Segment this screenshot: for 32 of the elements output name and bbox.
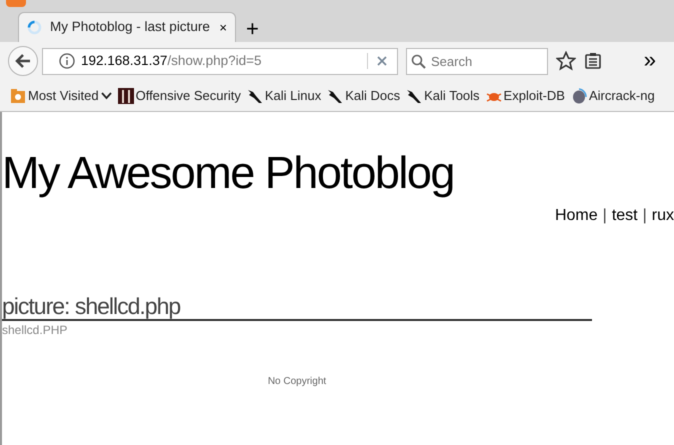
star-icon[interactable]	[556, 51, 576, 71]
dark-logo-icon	[118, 88, 134, 104]
info-icon	[59, 53, 75, 69]
overflow-button[interactable]: »	[634, 49, 666, 73]
back-arrow-icon	[15, 54, 31, 68]
bookmark-item[interactable]: Offensive Security	[118, 86, 241, 106]
browser-tab[interactable]: My Photoblog - last picture ×	[18, 12, 236, 42]
page-title: My Awesome Photoblog	[2, 146, 455, 198]
picture-caption: shellcd.PHP	[2, 322, 68, 339]
close-tab-button[interactable]: ×	[219, 18, 227, 38]
bookmark-item[interactable]: Kali Tools	[406, 86, 480, 106]
back-button[interactable]	[8, 46, 38, 76]
new-tab-button[interactable]: +	[236, 18, 269, 42]
nav-link[interactable]: test	[612, 204, 638, 228]
bookmark-item[interactable]: Exploit-DB	[486, 86, 565, 106]
nav-link[interactable]: rux	[652, 204, 674, 228]
footer-text: No Copyright	[266, 374, 328, 389]
search-field[interactable]: Search	[406, 48, 548, 74]
bookmark-item[interactable]: Most Visited	[10, 86, 112, 106]
url-text: 192.168.31.37/show.php?id=5	[81, 52, 262, 70]
nav-separator: |	[642, 206, 648, 226]
loading-icon	[27, 20, 42, 35]
nav-link[interactable]: Home	[554, 204, 598, 228]
bookmark-item[interactable]: Aircrack-ng	[570, 86, 655, 106]
folder-icon	[10, 88, 26, 104]
tab-title: My Photoblog - last picture	[50, 18, 210, 36]
chevron-down-icon	[100, 92, 112, 100]
bookmark-item[interactable]: Kali Linux	[246, 86, 322, 106]
url-field[interactable]: 192.168.31.37/show.php?id=5	[42, 48, 398, 74]
picture-heading: picture: shellcd.php	[2, 294, 592, 321]
bookmark-item[interactable]: Kali Docs	[327, 86, 400, 106]
nav-separator: |	[602, 206, 608, 226]
